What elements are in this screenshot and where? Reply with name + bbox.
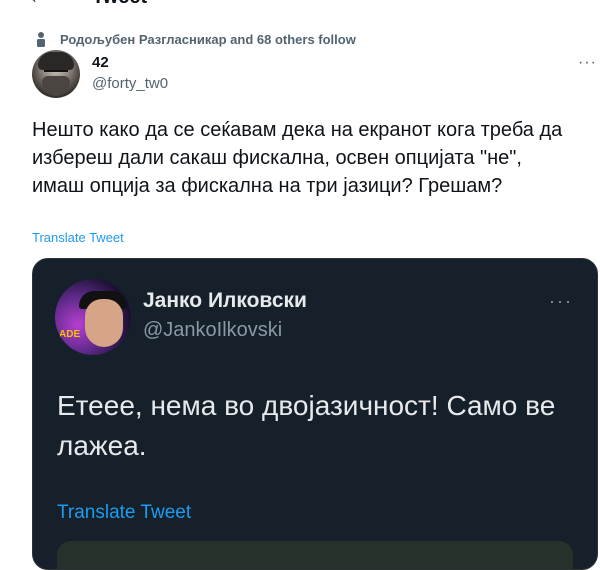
person-icon bbox=[34, 31, 48, 47]
quoted-more-options-icon[interactable]: ··· bbox=[549, 291, 573, 312]
social-context[interactable]: Родољубен Разгласникар and 68 others fol… bbox=[34, 30, 356, 48]
quoted-media-preview[interactable] bbox=[57, 541, 573, 569]
avatar-hair bbox=[38, 52, 74, 70]
header-title: Tweet bbox=[92, 0, 147, 9]
translate-tweet-link[interactable]: Translate Tweet bbox=[32, 230, 124, 245]
quoted-author-avatar[interactable]: ADE bbox=[55, 279, 131, 355]
quoted-author-name[interactable]: Јанко Илковски bbox=[143, 289, 307, 313]
quoted-tweet-text: Етеее, нема во двојазичност! Само ве лаж… bbox=[57, 390, 556, 461]
top-header: ← Tweet bbox=[0, 0, 600, 12]
quoted-translate-tweet-link[interactable]: Translate Tweet bbox=[57, 502, 191, 524]
avatar-face bbox=[85, 299, 123, 347]
author-handle[interactable]: @forty_tw0 bbox=[92, 75, 168, 92]
quoted-author-handle[interactable]: @JankoIlkovski bbox=[143, 319, 282, 342]
avatar-tag: ADE bbox=[59, 329, 81, 340]
back-arrow-icon[interactable]: ← bbox=[28, 0, 48, 9]
quoted-tweet-card[interactable]: ADE Јанко Илковски @JankoIlkovski ··· Ет… bbox=[32, 258, 598, 570]
tweet-text: Нешто како да се сеќавам дека на екранот… bbox=[32, 119, 563, 197]
social-context-text: Родољубен Разгласникар and 68 others fol… bbox=[60, 31, 356, 47]
more-options-icon[interactable]: ··· bbox=[578, 54, 597, 72]
author-avatar[interactable] bbox=[32, 50, 80, 98]
author-name[interactable]: 42 bbox=[92, 54, 109, 71]
avatar-beard bbox=[42, 76, 70, 96]
